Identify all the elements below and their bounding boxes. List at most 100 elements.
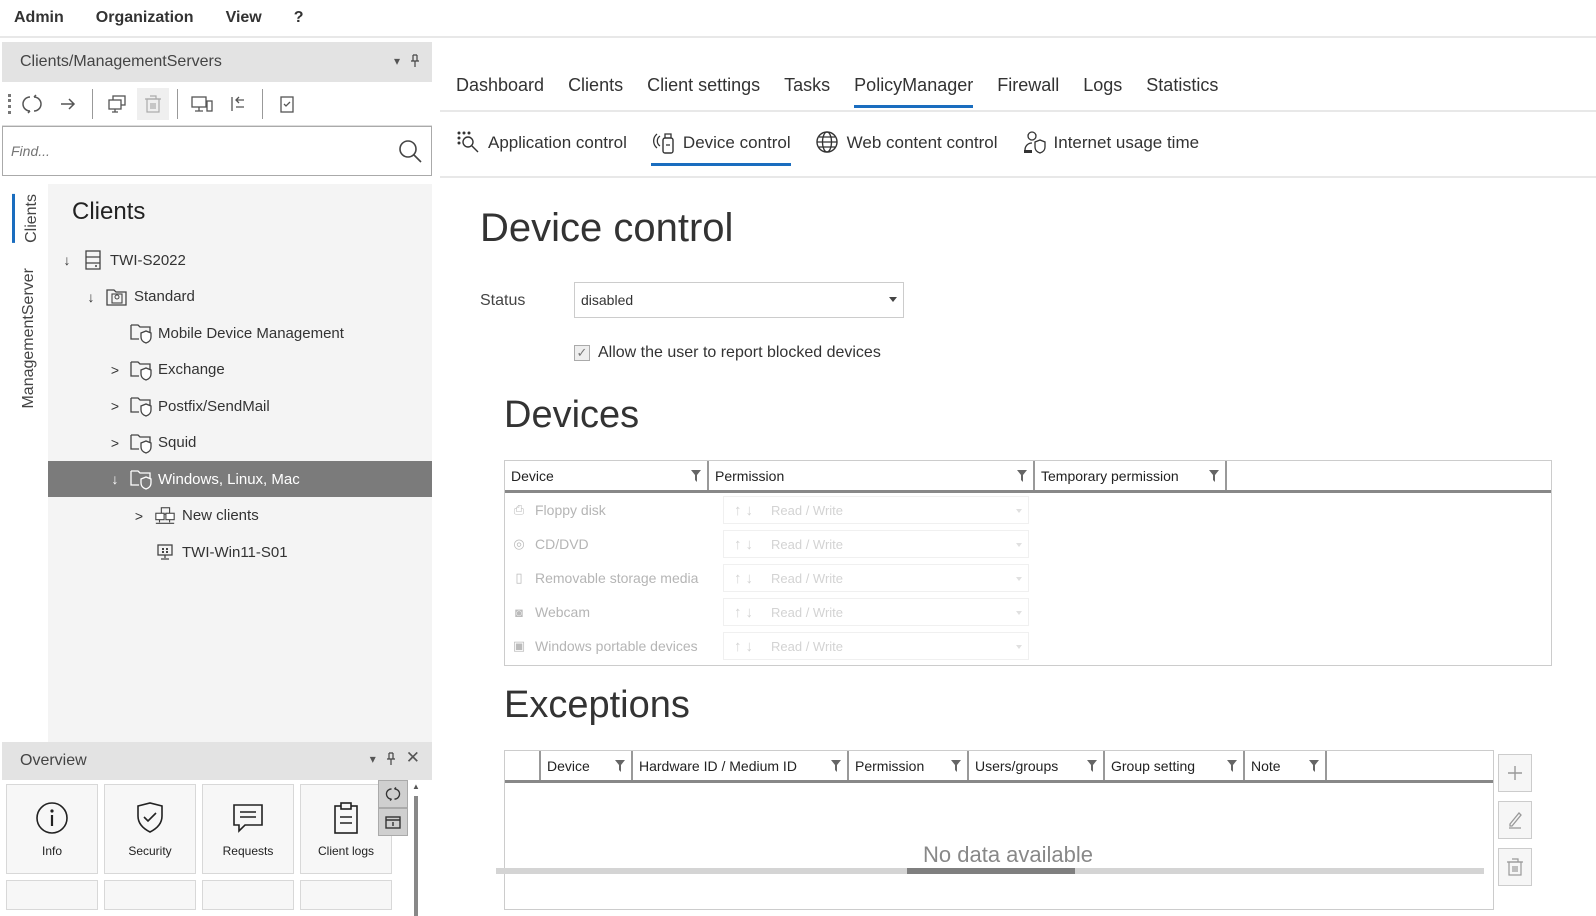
overview-scrollbar[interactable]: ▲ [412, 782, 420, 912]
scroll-up-icon[interactable]: ▲ [412, 782, 420, 791]
col-users-groups[interactable]: Users/groups [969, 751, 1105, 780]
tree-node[interactable]: >Exchange [48, 352, 432, 388]
overview-tiles: Info Security Requests Client logs [6, 784, 392, 910]
tree-node[interactable]: ↓Windows, Linux, Mac [48, 461, 432, 497]
status-select[interactable]: disabled [574, 282, 904, 318]
clients-copy-icon[interactable] [101, 88, 133, 120]
tab-logs[interactable]: Logs [1083, 75, 1122, 110]
tile-placeholder[interactable] [6, 880, 98, 910]
subtab-web-content-control[interactable]: Web content control [815, 130, 998, 160]
tile-placeholder[interactable] [104, 880, 196, 910]
col-hardware-id[interactable]: Hardware ID / Medium ID [633, 751, 849, 780]
col-group-setting[interactable]: Group setting [1105, 751, 1245, 780]
scroll-thumb[interactable] [414, 796, 418, 916]
devices-icon[interactable] [186, 88, 218, 120]
edit-exception-button[interactable] [1498, 801, 1532, 839]
subtab-device-control[interactable]: Device control [651, 130, 791, 160]
tree-node[interactable]: >Postfix/SendMail [48, 388, 432, 424]
tile-info[interactable]: Info [6, 784, 98, 874]
filter-icon[interactable] [615, 760, 625, 772]
tab-policymanager[interactable]: PolicyManager [854, 75, 973, 110]
col-select[interactable] [505, 751, 541, 780]
filter-icon[interactable] [1087, 760, 1097, 772]
col-temporary-permission[interactable]: Temporary permission [1035, 461, 1227, 490]
col-device[interactable]: Device [505, 461, 709, 490]
import-icon[interactable] [222, 88, 254, 120]
refresh-icon[interactable] [16, 88, 48, 120]
no-data-message: No data available [923, 842, 1093, 868]
delete-exception-button[interactable] [1498, 848, 1532, 886]
collapse-icon[interactable]: ↓ [84, 289, 98, 305]
panel-menu-dropdown-icon[interactable]: ▾ [370, 752, 376, 769]
scroll-thumb[interactable] [907, 868, 1075, 874]
task-check-icon[interactable] [271, 88, 303, 120]
tile-requests[interactable]: Requests [202, 784, 294, 874]
expand-icon[interactable]: > [132, 508, 146, 524]
filter-icon[interactable] [1209, 470, 1219, 482]
toolbar-grip[interactable] [8, 94, 12, 114]
search-icon[interactable] [397, 138, 423, 164]
vtab-management-server[interactable]: ManagementServer [20, 268, 38, 409]
expand-icon[interactable]: > [108, 435, 122, 451]
permission-select[interactable]: ↑↓Read / Write [723, 530, 1029, 558]
delete-icon[interactable] [137, 88, 169, 120]
menu-help[interactable]: ? [294, 9, 304, 27]
tab-statistics[interactable]: Statistics [1146, 75, 1218, 110]
tree-node[interactable]: TWI-Win11-S01 [48, 534, 432, 570]
tab-clients[interactable]: Clients [568, 75, 623, 110]
tree-node[interactable]: Mobile Device Management [48, 315, 432, 351]
filter-icon[interactable] [1309, 760, 1319, 772]
tree-node[interactable]: ↓Standard [48, 279, 432, 315]
col-device[interactable]: Device [541, 751, 633, 780]
subtab-application-control[interactable]: Application control [456, 130, 627, 160]
search-input[interactable] [11, 143, 397, 159]
col-note[interactable]: Note [1245, 751, 1327, 780]
expand-icon[interactable]: > [108, 362, 122, 378]
filter-icon[interactable] [1227, 760, 1237, 772]
vtab-clients[interactable]: Clients [12, 194, 41, 243]
tile-placeholder[interactable] [202, 880, 294, 910]
tree-node[interactable]: >New clients [48, 498, 432, 534]
tree-node[interactable]: >Squid [48, 425, 432, 461]
add-exception-button[interactable] [1498, 754, 1532, 792]
tab-tasks[interactable]: Tasks [784, 75, 830, 110]
tile-security[interactable]: Security [104, 784, 196, 874]
tile-placeholder[interactable] [300, 880, 392, 910]
permission-select[interactable]: ↑↓Read / Write [723, 564, 1029, 592]
overview-refresh-icon[interactable] [378, 780, 408, 808]
arrow-right-icon[interactable] [52, 88, 84, 120]
collapse-icon[interactable]: ↓ [60, 252, 74, 268]
overview-calendar-icon[interactable] [378, 808, 408, 836]
allow-report-option[interactable]: ✓ Allow the user to report blocked devic… [574, 344, 881, 362]
tree-node[interactable]: ↓TWI-S2022 [48, 242, 432, 278]
tab-dashboard[interactable]: Dashboard [456, 75, 544, 110]
menu-organization[interactable]: Organization [96, 9, 194, 27]
permission-select[interactable]: ↑↓Read / Write [723, 598, 1029, 626]
pin-icon[interactable] [410, 54, 420, 71]
collapse-icon[interactable]: ↓ [108, 471, 122, 487]
tab-client-settings[interactable]: Client settings [647, 75, 760, 110]
subtab-internet-usage-time[interactable]: Internet usage time [1022, 130, 1200, 160]
menu-admin[interactable]: Admin [14, 9, 64, 27]
filter-icon[interactable] [831, 760, 841, 772]
col-permission[interactable]: Permission [709, 461, 1035, 490]
filter-icon[interactable] [951, 760, 961, 772]
application-scan-icon [456, 130, 482, 156]
policy-folder-icon [130, 395, 152, 417]
close-icon[interactable]: ✕ [406, 748, 420, 769]
col-permission[interactable]: Permission [849, 751, 969, 780]
permission-select[interactable]: ↑↓Read / Write [723, 632, 1029, 660]
filter-icon[interactable] [1017, 470, 1027, 482]
col-label: Temporary permission [1041, 468, 1179, 484]
pin-icon[interactable] [386, 752, 396, 769]
panel-menu-dropdown-icon[interactable]: ▾ [394, 54, 400, 71]
allow-report-checkbox[interactable]: ✓ [574, 345, 590, 361]
exceptions-hscrollbar[interactable] [496, 868, 1484, 874]
tab-firewall[interactable]: Firewall [997, 75, 1059, 110]
expand-icon[interactable]: > [108, 398, 122, 414]
menu-view[interactable]: View [226, 9, 262, 27]
toolbar-separator [92, 89, 93, 119]
main-content: Dashboard Clients Client settings Tasks … [440, 42, 1596, 910]
filter-icon[interactable] [691, 470, 701, 482]
permission-select[interactable]: ↑↓Read / Write [723, 496, 1029, 524]
